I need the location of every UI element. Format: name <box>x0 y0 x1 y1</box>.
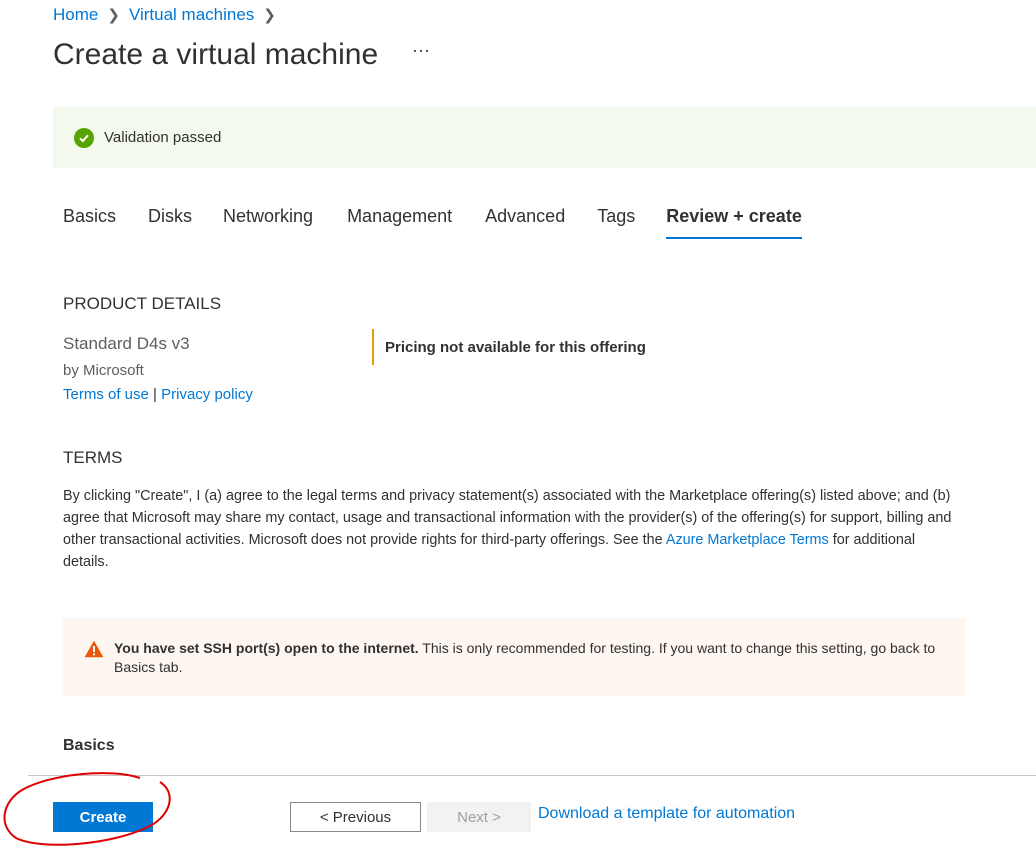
tab-disks[interactable]: Disks <box>148 206 192 239</box>
terms-heading: TERMS <box>63 448 123 467</box>
footer-divider <box>28 775 1036 776</box>
terms-of-use-link[interactable]: Terms of use <box>63 386 149 403</box>
chevron-right-icon: ❯ <box>107 7 120 24</box>
azure-marketplace-terms-link[interactable]: Azure Marketplace Terms <box>666 532 829 548</box>
product-publisher: by Microsoft <box>63 362 144 379</box>
checkmark-icon <box>79 134 89 142</box>
breadcrumb-home[interactable]: Home <box>53 5 98 24</box>
chevron-right-icon: ❯ <box>263 7 276 24</box>
ssh-warning-banner: You have set SSH port(s) open to the int… <box>63 618 965 696</box>
breadcrumb: Home ❯ Virtual machines ❯ <box>53 5 285 25</box>
check-circle-icon <box>74 127 94 148</box>
tab-advanced[interactable]: Advanced <box>485 206 565 239</box>
product-links: Terms of use | Privacy policy <box>63 386 253 403</box>
tab-tags[interactable]: Tags <box>597 206 635 239</box>
create-button[interactable]: Create <box>53 802 153 832</box>
pricing-info: Pricing not available for this offering <box>372 329 646 365</box>
tab-basics[interactable]: Basics <box>63 206 116 239</box>
privacy-policy-link[interactable]: Privacy policy <box>161 386 253 403</box>
more-options-button[interactable]: ··· <box>412 40 430 61</box>
pricing-text: Pricing not available for this offering <box>385 338 646 356</box>
warning-bold-text: You have set SSH port(s) open to the int… <box>114 640 419 656</box>
warning-icon <box>84 640 104 658</box>
warning-text: You have set SSH port(s) open to the int… <box>114 639 949 677</box>
breadcrumb-virtual-machines[interactable]: Virtual machines <box>129 5 254 24</box>
tab-bar: Basics Disks Networking Management Advan… <box>63 206 802 239</box>
link-separator: | <box>153 386 157 403</box>
tab-management[interactable]: Management <box>347 206 452 239</box>
product-details-heading: PRODUCT DETAILS <box>63 294 222 313</box>
validation-banner: Validation passed <box>53 107 1036 168</box>
validation-message: Validation passed <box>104 129 222 146</box>
download-template-link[interactable]: Download a template for automation <box>538 805 795 823</box>
tab-networking[interactable]: Networking <box>223 206 313 239</box>
tab-review-create[interactable]: Review + create <box>666 206 802 239</box>
next-button[interactable]: Next > <box>427 802 531 832</box>
product-name: Standard D4s v3 <box>63 334 190 353</box>
basics-section-heading: Basics <box>63 737 115 754</box>
page-title: Create a virtual machine <box>53 38 379 71</box>
previous-button[interactable]: < Previous <box>290 802 421 832</box>
terms-text: By clicking "Create", I (a) agree to the… <box>63 485 963 573</box>
create-vm-page: Home ❯ Virtual machines ❯ Create a virtual … <box>0 0 1036 853</box>
